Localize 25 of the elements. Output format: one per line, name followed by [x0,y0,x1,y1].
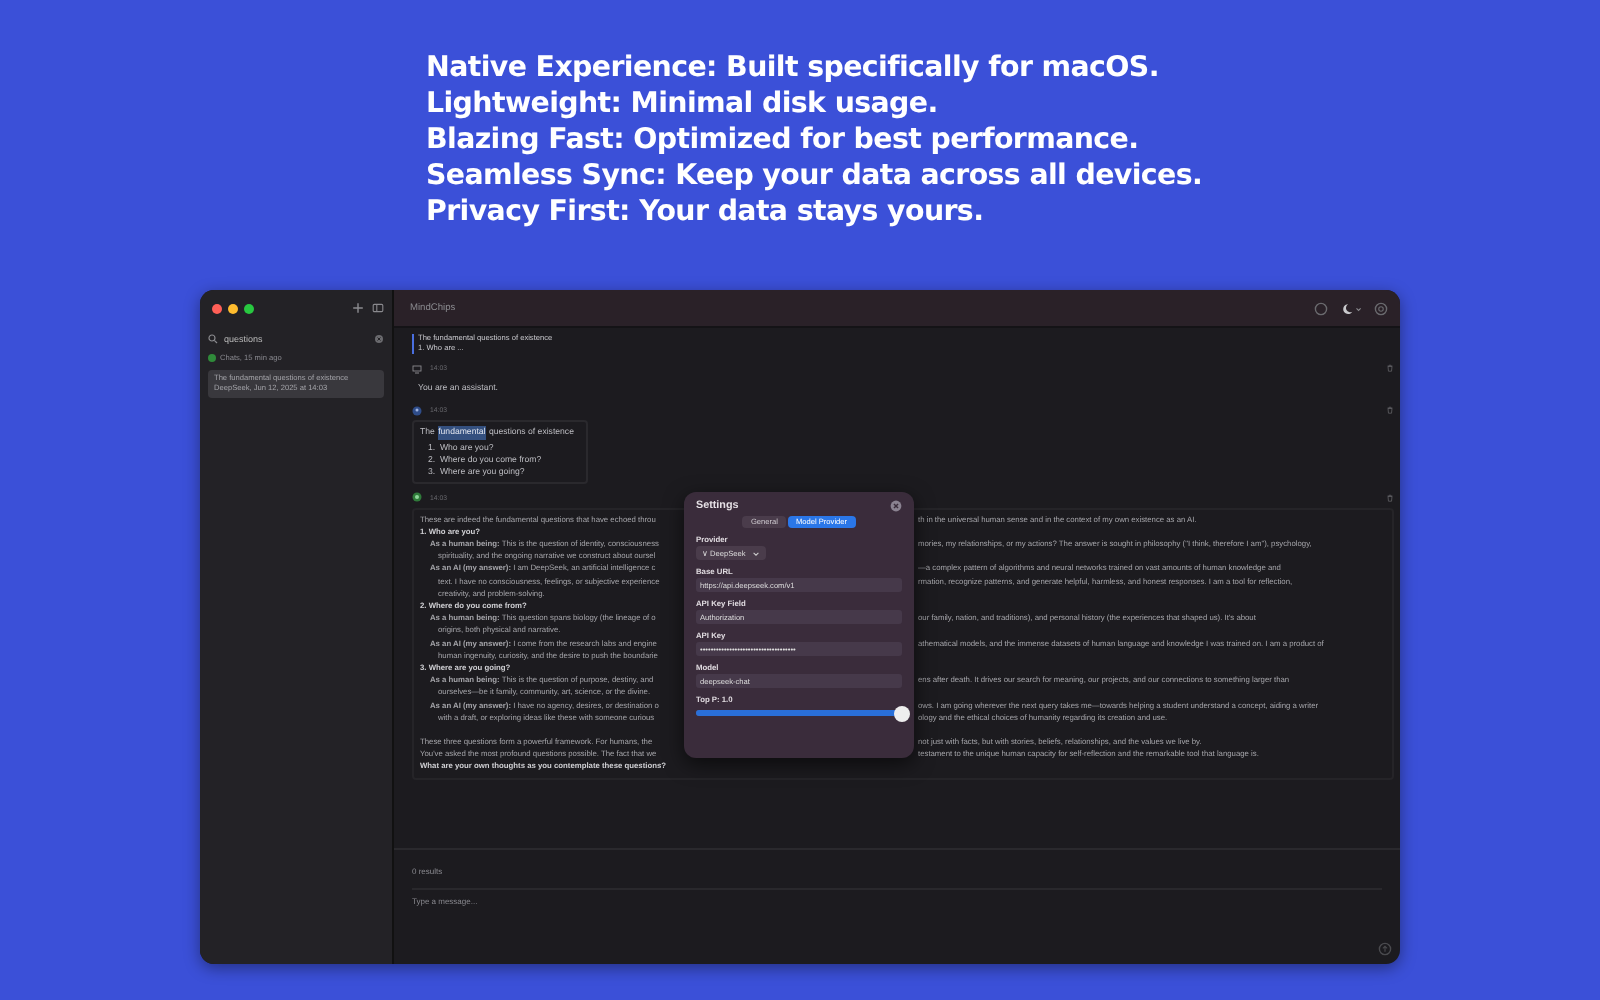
headline: Native Experience: Built specifically for macOS. [426,50,1159,86]
sidebar-toggle-icon[interactable] [372,302,384,314]
trash-icon[interactable] [1386,364,1394,372]
caret-icon [751,549,760,557]
send-icon[interactable] [1378,942,1392,956]
settings-icon[interactable] [1374,301,1388,315]
headline: Lightweight: Minimal disk usage. [426,86,938,122]
zoom-button[interactable] [244,303,254,313]
headline: Privacy First: Your data stays yours. [426,194,984,230]
trash-icon[interactable] [1386,493,1394,501]
headline: Blazing Fast: Optimized for best performance. [426,122,1139,158]
search-icon [208,333,218,343]
circle-icon[interactable] [1314,301,1328,315]
monitor-icon [412,363,422,373]
assistant-icon [412,492,422,502]
user-icon [412,405,422,415]
moon-icon[interactable] [1340,301,1362,315]
headline: Seamless Sync: Keep your data across all devices. [426,158,1203,194]
trash-icon[interactable] [1386,406,1394,414]
close-icon[interactable] [890,500,902,512]
minimize-button[interactable] [228,303,238,313]
status-dot [208,353,216,361]
close-button[interactable] [212,303,222,313]
clear-icon[interactable] [374,333,384,343]
plus-icon[interactable] [352,302,364,314]
